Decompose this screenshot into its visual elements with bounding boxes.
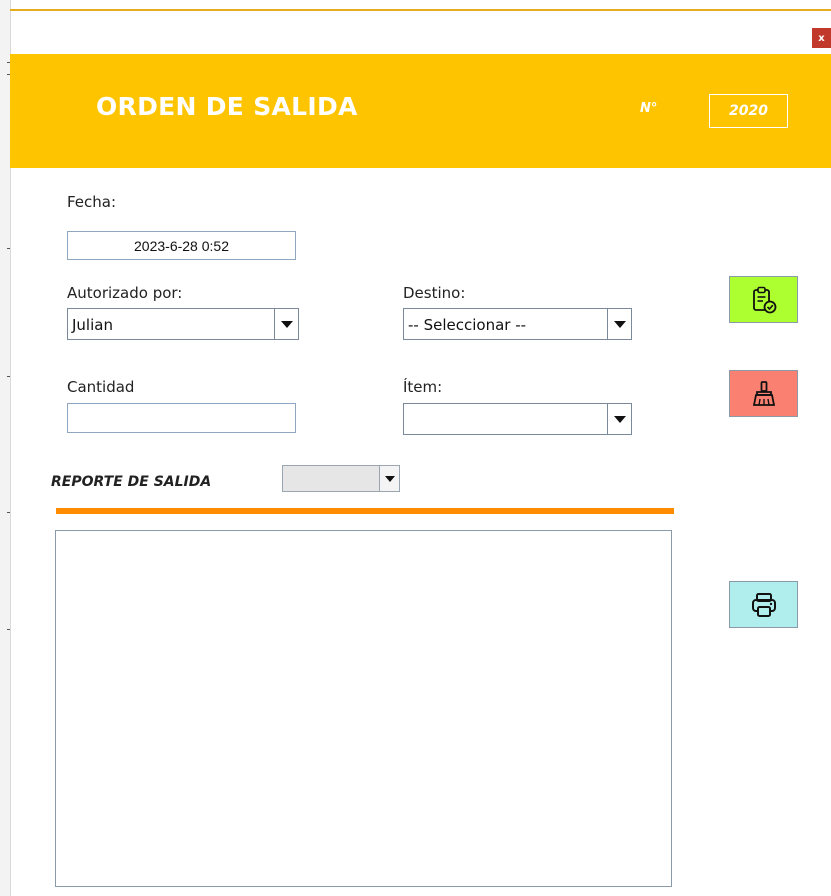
fecha-field[interactable]: 2023-6-28 0:52	[67, 231, 296, 260]
section-divider	[56, 508, 674, 514]
cantidad-label: Cantidad	[67, 378, 135, 396]
chevron-down-icon	[280, 320, 293, 328]
autorizado-value: Julian	[72, 316, 113, 334]
report-selector[interactable]	[282, 465, 400, 492]
printer-icon	[751, 592, 776, 617]
close-button[interactable]: x	[812, 28, 831, 48]
cantidad-input[interactable]	[67, 403, 296, 433]
destino-value: -- Seleccionar --	[408, 316, 527, 334]
register-button[interactable]	[729, 276, 798, 323]
autorizado-select[interactable]: Julian	[67, 308, 299, 340]
chevron-down-icon	[384, 475, 395, 482]
header-banner: ORDEN DE SALIDA N° 2020	[10, 54, 831, 168]
item-dropdown-arrow[interactable]	[607, 404, 631, 434]
autorizado-label: Autorizado por:	[67, 284, 183, 302]
destino-label: Destino:	[403, 284, 466, 302]
item-select[interactable]	[403, 403, 632, 435]
report-label: REPORTE DE SALIDA	[51, 474, 212, 490]
print-button[interactable]	[729, 581, 798, 628]
destino-dropdown-arrow[interactable]	[607, 309, 631, 339]
clipboard-check-icon	[752, 286, 776, 313]
window-top-border	[10, 9, 831, 11]
item-label: Ítem:	[403, 378, 443, 396]
fecha-label: Fecha:	[67, 193, 117, 211]
destino-select[interactable]: -- Seleccionar --	[403, 308, 632, 340]
page-title: ORDEN DE SALIDA	[96, 92, 358, 121]
broom-icon	[752, 380, 775, 406]
chevron-down-icon	[613, 320, 626, 328]
chevron-down-icon	[613, 415, 626, 423]
order-number-label: N°	[640, 101, 658, 116]
report-dropdown-arrow[interactable]	[379, 466, 399, 491]
order-number-field: 2020	[709, 94, 788, 128]
clear-button[interactable]	[729, 370, 798, 417]
autorizado-dropdown-arrow[interactable]	[274, 309, 298, 339]
report-text-area[interactable]	[55, 530, 672, 887]
